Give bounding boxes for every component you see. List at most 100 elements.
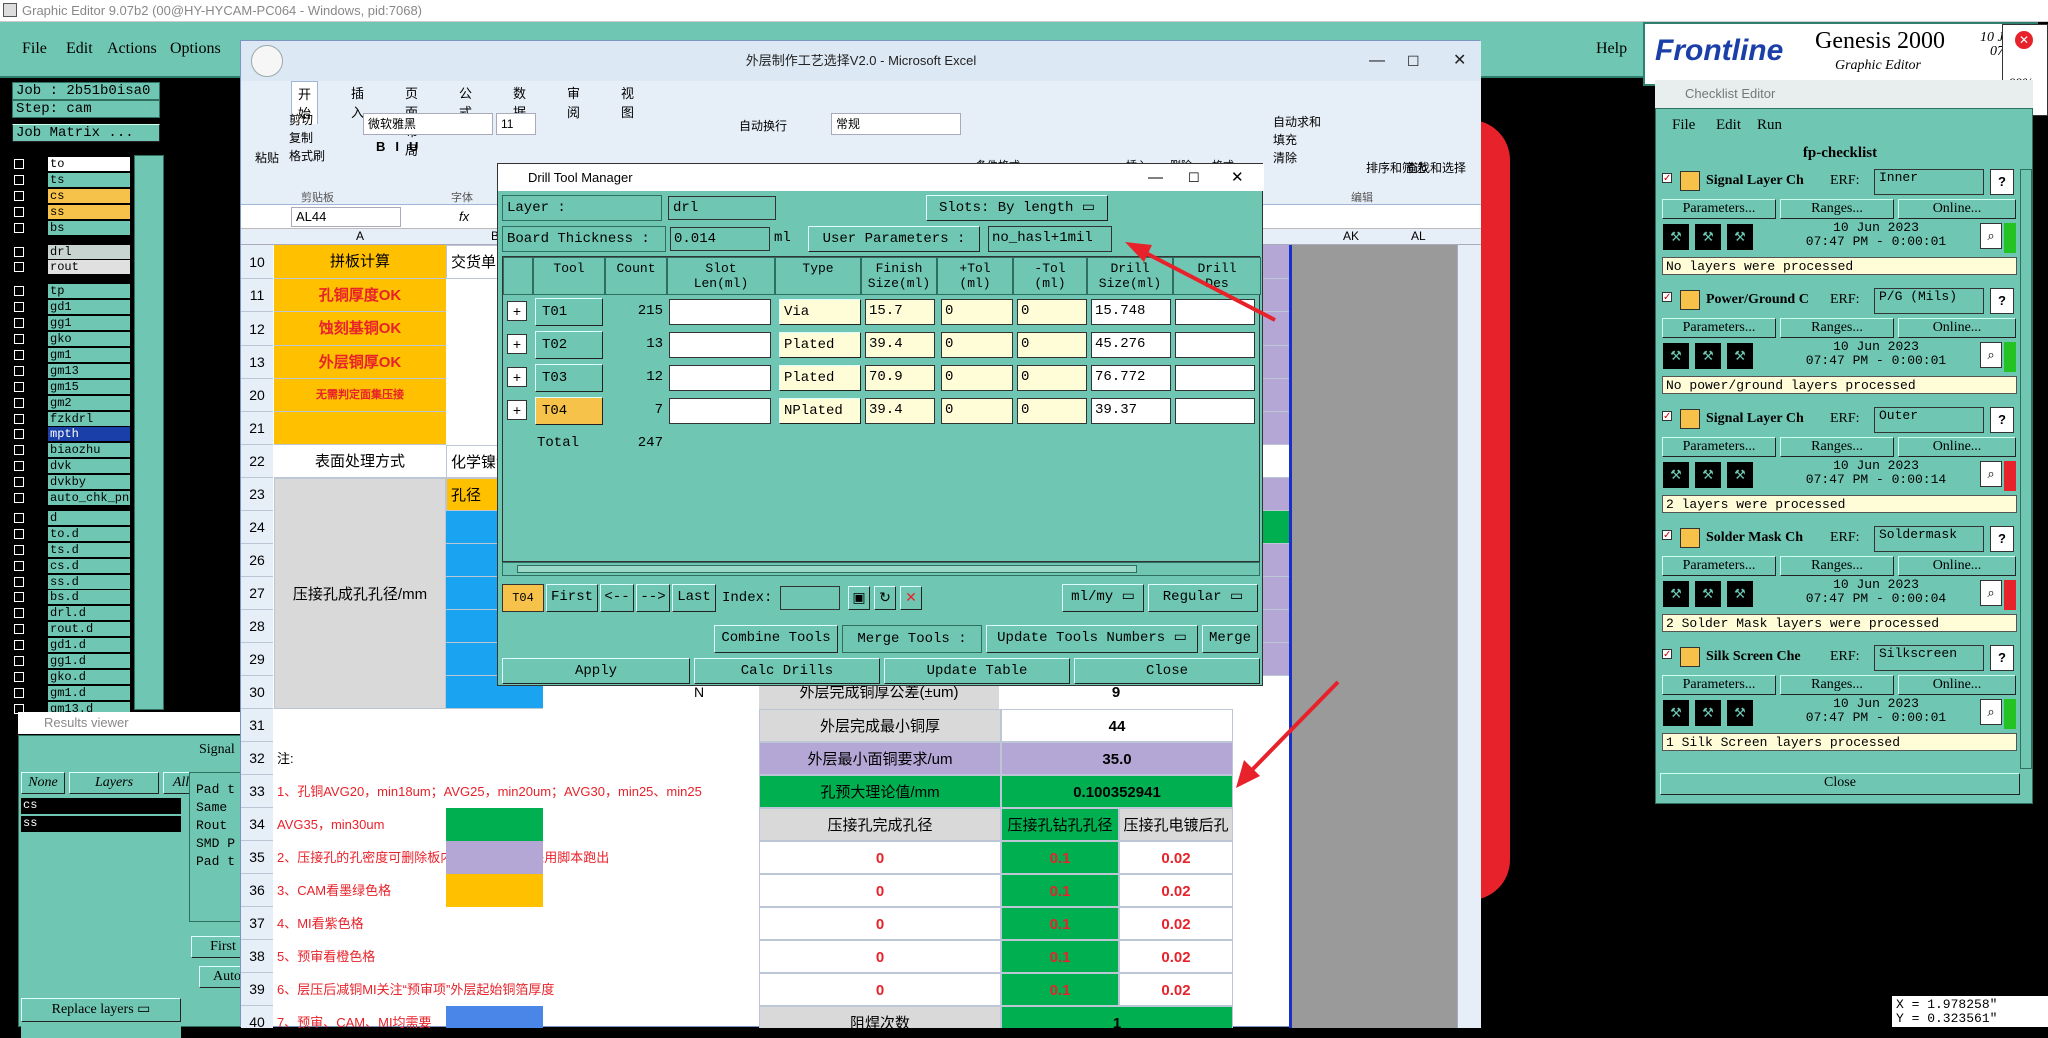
layer-row[interactable]: bs.d: [14, 590, 130, 605]
layer-row[interactable]: bs: [14, 220, 130, 236]
table-cell[interactable]: 0: [759, 841, 1001, 874]
row-header[interactable]: 24: [241, 511, 273, 544]
layer-row[interactable]: drl.d: [14, 606, 130, 621]
cell-fill[interactable]: [1261, 346, 1291, 379]
tool-drill-field[interactable]: 15.748: [1091, 299, 1171, 325]
tool-drill-field[interactable]: 45.276: [1091, 332, 1171, 358]
run-action-icon[interactable]: ⚒: [1726, 342, 1754, 370]
job-matrix-button[interactable]: Job Matrix ...: [12, 124, 160, 142]
number-format-box[interactable]: 常规: [831, 113, 961, 135]
tool-ptol-field[interactable]: 0: [941, 332, 1013, 358]
index-field[interactable]: [780, 586, 840, 610]
table-header[interactable]: 压接孔钻孔孔径: [1001, 808, 1119, 841]
layer-checkbox[interactable]: [14, 190, 24, 201]
layer-row[interactable]: ss: [14, 204, 130, 220]
run-action-icon[interactable]: ⚒: [1726, 461, 1754, 489]
table-cell[interactable]: 0.02: [1119, 940, 1233, 973]
tool-ntol-field[interactable]: 0: [1017, 332, 1087, 358]
wrap-text-button[interactable]: 自动换行: [739, 117, 787, 134]
zoom-icon[interactable]: ⌕: [1980, 699, 2002, 725]
zoom-icon[interactable]: ⌕: [1980, 461, 2002, 487]
layer-row[interactable]: cs: [14, 188, 130, 204]
cell-fill[interactable]: [1261, 279, 1291, 312]
tool-fin-field[interactable]: 39.4: [865, 398, 935, 424]
tool-drill-field[interactable]: 39.37: [1091, 398, 1171, 424]
layer-row[interactable]: gg1: [14, 316, 130, 331]
refresh-icon[interactable]: ↻: [874, 586, 896, 610]
update-table-button[interactable]: Update Table: [884, 658, 1070, 684]
param-value[interactable]: 35.0: [1001, 742, 1233, 775]
note-cell[interactable]: 注:: [277, 742, 757, 775]
checklist-scrollbar[interactable]: [2020, 169, 2032, 769]
tool-drill-field[interactable]: 76.772: [1091, 365, 1171, 391]
row-header[interactable]: 21: [241, 412, 273, 445]
row-header[interactable]: 13: [241, 346, 273, 379]
erf-field[interactable]: Inner: [1874, 169, 1984, 195]
row-header[interactable]: 11: [241, 279, 273, 312]
layer-row[interactable]: ss.d: [14, 574, 130, 590]
run-action-icon[interactable]: ⚒: [1694, 580, 1722, 608]
param-label[interactable]: 阻焊次数: [759, 1006, 1001, 1028]
find-select-button[interactable]: 查找和选择: [1406, 159, 1466, 176]
layer-row[interactable]: gm1: [14, 347, 130, 363]
row-header[interactable]: 33: [241, 775, 273, 808]
menu-help[interactable]: Help: [1596, 40, 1627, 58]
menu-actions[interactable]: Actions: [107, 40, 157, 58]
ck-menu-run[interactable]: Run: [1757, 117, 1782, 134]
table-cell[interactable]: 0.02: [1119, 907, 1233, 940]
vertical-scrollbar[interactable]: [1457, 245, 1481, 1028]
table-header[interactable]: 压接孔电镀后孔径: [1119, 808, 1233, 867]
apply-button[interactable]: Apply: [502, 658, 690, 684]
layer-field[interactable]: drl: [668, 196, 776, 220]
tool-ptol-field[interactable]: 0: [941, 365, 1013, 391]
tool-table-hscroll[interactable]: [502, 562, 1260, 576]
run-action-icon[interactable]: ⚒: [1726, 580, 1754, 608]
item-checkbox[interactable]: ✓: [1662, 411, 1672, 422]
layer-row[interactable]: to.d: [14, 526, 130, 542]
user-parameters-field[interactable]: no_hasl+1mil: [988, 226, 1112, 252]
table-cell[interactable]: 0: [759, 940, 1001, 973]
tool-ptol-field[interactable]: 0: [941, 299, 1013, 325]
row-header[interactable]: 27: [241, 577, 273, 610]
tool-ntol-field[interactable]: 0: [1017, 398, 1087, 424]
slot-len-field[interactable]: [669, 365, 771, 391]
ribbon-tab[interactable]: 审阅: [561, 81, 586, 123]
merge-button[interactable]: Merge: [1202, 625, 1258, 653]
row-header[interactable]: 32: [241, 742, 273, 775]
row-header[interactable]: 22: [241, 445, 273, 478]
close-button[interactable]: Close: [1074, 658, 1260, 684]
layer-row[interactable]: gko.d: [14, 669, 130, 685]
row-header[interactable]: 12: [241, 312, 273, 346]
dtm-minimize-icon[interactable]: —: [1148, 164, 1163, 191]
next-button[interactable]: -->: [636, 584, 670, 612]
erf-field[interactable]: Outer: [1874, 407, 1984, 433]
layer-checkbox[interactable]: [14, 159, 24, 169]
font-size-box[interactable]: 11: [496, 113, 536, 135]
layer-row[interactable]: cs.d: [14, 558, 130, 574]
layer-checkbox[interactable]: [14, 445, 24, 456]
table-cell[interactable]: 0.02: [1119, 973, 1233, 1006]
online-button[interactable]: Online...: [1898, 199, 2016, 219]
fill-button[interactable]: 填充: [1273, 131, 1321, 149]
item-checkbox[interactable]: ✓: [1662, 173, 1672, 184]
cell-fill[interactable]: [1261, 511, 1291, 544]
cell-fill[interactable]: [1261, 643, 1291, 676]
run-action-icon[interactable]: ⚒: [1694, 342, 1722, 370]
tool-ntol-field[interactable]: 0: [1017, 299, 1087, 325]
layer-row[interactable]: dvkby: [14, 475, 130, 490]
cell-a[interactable]: 蚀刻基铜OK: [274, 312, 446, 346]
paste-button[interactable]: 粘贴: [255, 149, 279, 166]
layer-checkbox[interactable]: [14, 302, 24, 313]
result-layer[interactable]: cs: [21, 798, 181, 814]
cell-fill[interactable]: [1261, 445, 1291, 478]
layer-row[interactable]: mpth: [14, 427, 130, 442]
tool-id[interactable]: T04: [535, 397, 603, 425]
param-label[interactable]: 外层完成最小铜厚: [759, 709, 1001, 742]
ranges-button[interactable]: Ranges...: [1780, 318, 1894, 338]
zoom-icon[interactable]: ⌕: [1980, 580, 2002, 606]
table-cell[interactable]: 0.1: [1001, 907, 1119, 940]
layer-checkbox[interactable]: [14, 286, 24, 297]
col-al[interactable]: AL: [1411, 229, 1426, 243]
table-cell[interactable]: 0.1: [1001, 973, 1119, 1006]
stop-icon[interactable]: ✕: [2015, 31, 2033, 49]
